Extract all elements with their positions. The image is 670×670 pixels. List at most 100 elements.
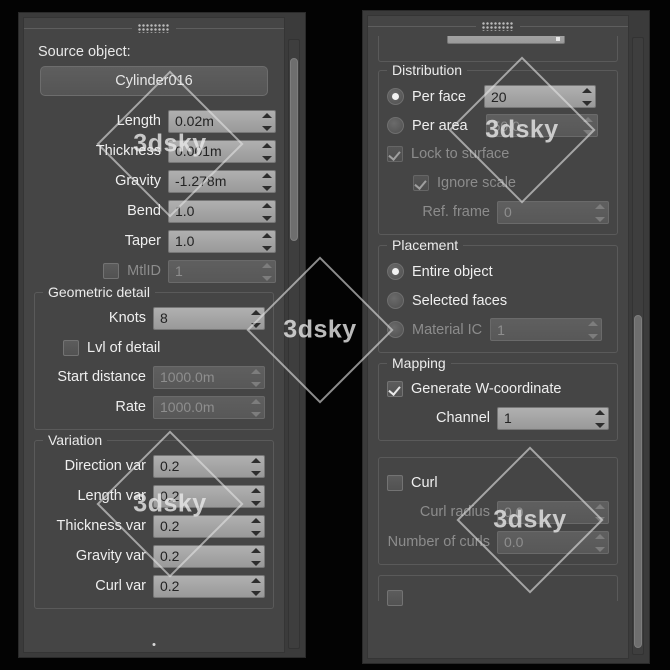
- bend-value: 1.0: [175, 203, 195, 219]
- scrolled-off-group-stub: [378, 36, 618, 62]
- curl-radius-spinner[interactable]: 0.0: [497, 500, 609, 524]
- row-direction-var: Direction var 0.2: [43, 453, 265, 479]
- per-area-spinner-arrows[interactable]: [583, 117, 594, 135]
- rate-spinner-arrows[interactable]: [250, 398, 261, 417]
- row-curl: Curl: [387, 470, 609, 496]
- row-gravity-var: Gravity var 0.2: [43, 543, 265, 569]
- taper-spinner-arrows[interactable]: [261, 232, 272, 251]
- generate-w-coordinate-checkbox[interactable]: [387, 381, 403, 397]
- row-taper: Taper 1.0: [32, 228, 276, 254]
- length-spinner[interactable]: 0.02m: [168, 109, 276, 133]
- thickness-var-label: Thickness var: [56, 518, 146, 534]
- row-selected-faces: Selected faces: [387, 287, 609, 314]
- bend-spinner[interactable]: 1.0: [168, 199, 276, 223]
- number-of-curls-label: Number of curls: [387, 534, 490, 550]
- source-object-label: Source object:: [38, 44, 131, 60]
- thickness-spinner[interactable]: 0.001m: [168, 139, 276, 163]
- variation-group: Variation Direction var 0.2 Length var 0…: [34, 432, 274, 609]
- number-of-curls-spinner[interactable]: 0.0: [497, 530, 609, 554]
- length-value: 0.02m: [175, 113, 214, 129]
- taper-spinner[interactable]: 1.0: [168, 229, 276, 253]
- knots-spinner-arrows[interactable]: [250, 309, 261, 328]
- geometric-detail-title: Geometric detail: [43, 284, 155, 300]
- direction-var-spinner[interactable]: 0.2: [153, 454, 265, 478]
- geometric-detail-group: Geometric detail Knots 8 Lvl of detail S…: [34, 284, 274, 430]
- curl-checkbox[interactable]: [387, 475, 403, 491]
- thickness-label: Thickness: [95, 143, 161, 159]
- number-of-curls-spinner-arrows[interactable]: [594, 533, 605, 552]
- material-id-spinner[interactable]: 1: [490, 318, 603, 341]
- curl-group: Curl Curl radius 0.0 Number of curls 0.0: [378, 457, 618, 565]
- per-face-spinner-arrows[interactable]: [581, 88, 592, 106]
- ref-frame-spinner[interactable]: 0: [497, 200, 609, 224]
- start-distance-spinner-arrows[interactable]: [250, 368, 261, 387]
- material-id-radio[interactable]: [387, 321, 404, 338]
- rate-spinner[interactable]: 1000.0m: [153, 395, 265, 419]
- left-panel-scrollbar[interactable]: [288, 39, 300, 649]
- length-spinner-arrows[interactable]: [261, 112, 272, 131]
- right-panel-scrollbar[interactable]: [632, 37, 644, 655]
- gravity-var-label: Gravity var: [75, 548, 146, 564]
- per-face-radio[interactable]: [387, 88, 404, 105]
- gravity-var-spinner-arrows[interactable]: [250, 547, 261, 566]
- gravity-var-spinner[interactable]: 0.2: [153, 544, 265, 568]
- curl-var-value: 0.2: [160, 578, 180, 594]
- mtlid-checkbox[interactable]: [103, 263, 120, 279]
- scrolled-off-field[interactable]: [447, 36, 565, 44]
- row-lock-to-surface: Lock to surface: [387, 141, 609, 167]
- row-channel: Channel 1: [387, 405, 609, 431]
- start-distance-spinner[interactable]: 1000.0m: [153, 365, 265, 389]
- channel-spinner-arrows[interactable]: [594, 409, 605, 428]
- rollout-drag-handle-right[interactable]: [368, 16, 628, 36]
- gravity-spinner[interactable]: -1.278m: [168, 169, 276, 193]
- length-var-spinner[interactable]: 0.2: [153, 484, 265, 508]
- left-panel-scrollbar-thumb[interactable]: [290, 58, 298, 241]
- mtlid-label: MtlID: [127, 263, 161, 279]
- length-var-value: 0.2: [160, 488, 180, 504]
- direction-var-label: Direction var: [64, 458, 146, 474]
- right-panel-scrollbar-thumb[interactable]: [634, 315, 642, 648]
- per-area-radio[interactable]: [387, 117, 404, 134]
- thickness-var-spinner[interactable]: 0.2: [153, 514, 265, 538]
- rollout-drag-handle-left[interactable]: [24, 18, 284, 38]
- divider-line: [176, 27, 284, 29]
- variation-title: Variation: [43, 432, 108, 448]
- curl-radius-value: 0.0: [504, 504, 524, 520]
- curl-radius-spinner-arrows[interactable]: [594, 503, 605, 522]
- lvl-of-detail-checkbox[interactable]: [63, 340, 79, 356]
- lock-to-surface-checkbox[interactable]: [387, 146, 403, 162]
- curl-var-spinner-arrows[interactable]: [250, 577, 261, 596]
- thickness-var-spinner-arrows[interactable]: [250, 517, 261, 536]
- gravity-spinner-arrows[interactable]: [261, 172, 272, 191]
- per-face-spinner[interactable]: 20: [484, 85, 596, 108]
- divider-line: [24, 27, 132, 29]
- material-id-label: Material IC: [412, 321, 483, 338]
- knots-spinner[interactable]: 8: [153, 306, 265, 330]
- next-group-checkbox[interactable]: [387, 590, 403, 606]
- direction-var-spinner-arrows[interactable]: [250, 457, 261, 476]
- placement-group: Placement Entire object Selected faces M…: [378, 237, 618, 353]
- material-id-spinner-arrows[interactable]: [587, 321, 598, 339]
- selected-faces-radio[interactable]: [387, 292, 404, 309]
- length-var-spinner-arrows[interactable]: [250, 487, 261, 506]
- channel-spinner[interactable]: 1: [497, 406, 609, 430]
- row-number-of-curls: Number of curls 0.0: [387, 529, 609, 555]
- ref-frame-spinner-arrows[interactable]: [594, 203, 605, 222]
- grip-dots-icon[interactable]: [482, 21, 514, 31]
- per-area-spinner[interactable]: 50.0: [485, 114, 598, 137]
- distribution-group: Distribution Per face 20 Per area 50.0 L…: [378, 62, 618, 235]
- entire-object-radio[interactable]: [387, 263, 404, 280]
- source-object-pick-button[interactable]: Cylinder016: [40, 66, 268, 96]
- gravity-value: -1.278m: [175, 173, 227, 189]
- bend-label: Bend: [127, 203, 161, 219]
- thickness-spinner-arrows[interactable]: [261, 142, 272, 161]
- mtlid-spinner[interactable]: 1: [168, 259, 276, 283]
- gravity-var-value: 0.2: [160, 548, 180, 564]
- left-panel-content: Source object: Cylinder016 Length 0.02m …: [24, 38, 284, 652]
- curl-var-spinner[interactable]: 0.2: [153, 574, 265, 598]
- mtlid-spinner-arrows[interactable]: [261, 262, 272, 281]
- grip-dots-icon[interactable]: [138, 23, 170, 33]
- bend-spinner-arrows[interactable]: [261, 202, 272, 221]
- ignore-scale-checkbox[interactable]: [413, 175, 429, 191]
- entire-object-label: Entire object: [412, 263, 493, 280]
